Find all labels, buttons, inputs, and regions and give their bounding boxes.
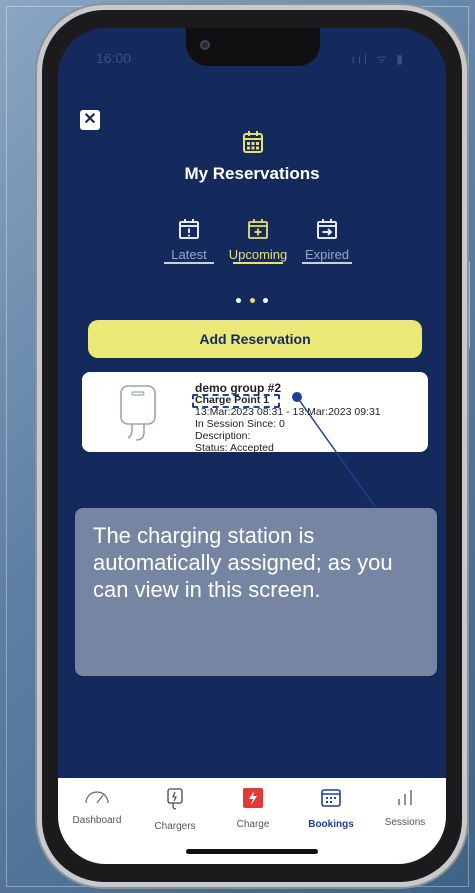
nav-bookings[interactable]: Bookings (296, 788, 366, 830)
reservation-tabs: Latest Upcoming Expired (158, 218, 358, 278)
nav-label: Bookings (308, 819, 354, 830)
lightning-icon (243, 788, 263, 808)
close-button[interactable]: ✕ (80, 110, 100, 130)
tab-underline (302, 262, 352, 264)
reservation-card[interactable]: demo group #2 Charge Point 1 13:Mar:2023… (82, 372, 428, 454)
calendar-arrow-icon (317, 219, 337, 239)
calendar-icon (321, 789, 341, 807)
tab-label: Expired (304, 247, 350, 262)
calendar-alert-icon (179, 219, 199, 239)
home-indicator (186, 849, 318, 854)
nav-label: Sessions (384, 817, 426, 828)
reservation-session: In Session Since: 0 (195, 418, 285, 430)
bottom-nav: Dashboard Chargers Charge Bookings Sessi… (58, 778, 446, 864)
nav-label: Dashboard (72, 815, 122, 826)
nav-sessions[interactable]: Sessions (370, 788, 440, 828)
status-time: 16:00 (96, 50, 132, 66)
nav-dashboard[interactable]: Dashboard (62, 788, 132, 826)
calendar-icon (243, 131, 263, 153)
charger-icon (167, 788, 183, 810)
reservation-group: demo group #2 (195, 381, 282, 395)
nav-chargers[interactable]: Chargers (140, 788, 210, 832)
reservation-status: Status: Accepted (195, 442, 274, 454)
tab-latest[interactable]: Latest (158, 218, 220, 264)
page-dot (236, 298, 242, 303)
status-icons: ııl ᯤ ▮ (351, 52, 406, 66)
page-dot (262, 298, 268, 303)
calendar-plus-icon (248, 219, 268, 239)
charge-point-highlight (192, 394, 280, 408)
tab-underline (164, 262, 214, 264)
charger-icon (120, 385, 156, 441)
add-reservation-button[interactable]: Add Reservation (88, 320, 422, 358)
tab-underline (233, 262, 283, 264)
notch (186, 28, 320, 66)
page-indicator (58, 290, 446, 308)
page-title: My Reservations (184, 164, 320, 183)
nav-charge[interactable]: Charge (218, 788, 288, 830)
reservation-details: demo group #2 Charge Point 1 13:Mar:2023… (195, 382, 381, 454)
reservation-description: Description: (195, 430, 251, 442)
camera-icon (200, 40, 210, 50)
tab-expired[interactable]: Expired (296, 218, 358, 264)
nav-label: Chargers (154, 821, 196, 832)
nav-label: Charge (236, 819, 270, 830)
app-screen: 16:00 ııl ᯤ ▮ ✕ My Reservations Latest U… (58, 28, 446, 864)
tab-upcoming[interactable]: Upcoming (227, 218, 289, 264)
page-dot-active (249, 298, 255, 303)
tab-label: Upcoming (228, 247, 288, 262)
tab-label: Latest (171, 247, 207, 262)
speedometer-icon (85, 791, 109, 804)
close-icon: ✕ (83, 111, 97, 128)
phone-frame: 16:00 ııl ᯤ ▮ ✕ My Reservations Latest U… (42, 10, 462, 882)
power-button (462, 260, 470, 350)
bar-chart-icon (398, 790, 412, 805)
tutorial-callout: The charging station is automatically as… (75, 508, 437, 676)
